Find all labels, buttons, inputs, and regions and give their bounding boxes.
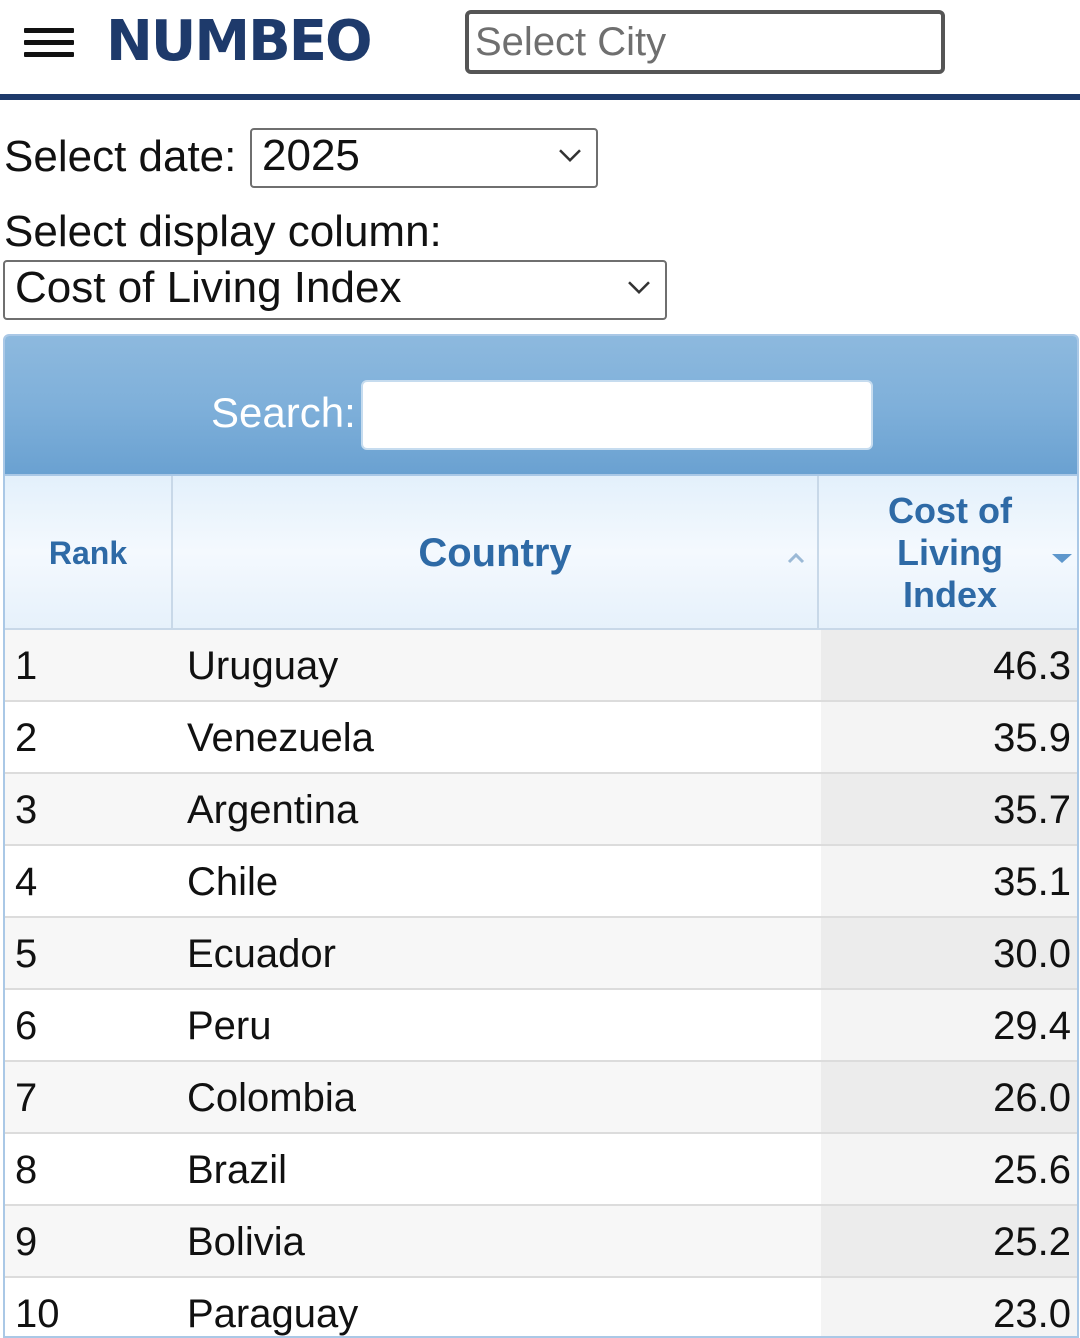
- search-label: Search:: [211, 389, 356, 436]
- table-search-bar: Search:: [5, 336, 1077, 474]
- country-cell: Bolivia: [187, 1220, 305, 1264]
- table-row: 3 Argentina 35.7: [5, 774, 1077, 846]
- rank-cell: 6: [15, 1004, 38, 1048]
- country-cell: Ecuador: [187, 932, 336, 976]
- date-select[interactable]: 2025: [250, 128, 598, 188]
- rank-cell: 2: [15, 716, 38, 760]
- value-cell: 35.7: [821, 774, 1077, 844]
- column-header-cost-of-living-index[interactable]: Cost of Living Index: [819, 476, 1077, 630]
- table-row: 5 Ecuador 30.0: [5, 918, 1077, 990]
- country-cell: Peru: [187, 1004, 272, 1048]
- search-input[interactable]: [361, 380, 873, 450]
- country-cell: Argentina: [187, 788, 359, 832]
- rank-cell: 9: [15, 1220, 38, 1264]
- rank-cell: 1: [15, 644, 38, 688]
- rank-cell: 5: [15, 932, 38, 976]
- table-row: 2 Venezuela 35.9: [5, 702, 1077, 774]
- value-cell: 35.1: [821, 846, 1077, 916]
- table-header: Rank Country Cost of Living Index: [5, 474, 1077, 630]
- table-row: 8 Brazil 25.6: [5, 1134, 1077, 1206]
- table-row: 1 Uruguay 46.3: [5, 630, 1077, 702]
- select-city-input[interactable]: [465, 10, 945, 74]
- display-column-select-value: Cost of Living Index: [15, 263, 402, 312]
- sort-descending-icon: [1052, 554, 1072, 563]
- table-row: 9 Bolivia 25.2: [5, 1206, 1077, 1278]
- table-row: 7 Colombia 26.0: [5, 1062, 1077, 1134]
- rank-cell: 10: [15, 1292, 60, 1336]
- sort-ascending-icon: [787, 552, 805, 564]
- column-header-country[interactable]: Country: [173, 476, 819, 630]
- table-row: 4 Chile 35.1: [5, 846, 1077, 918]
- hamburger-menu-icon[interactable]: [24, 26, 74, 60]
- value-cell: 26.0: [821, 1062, 1077, 1132]
- value-cell: 25.2: [821, 1206, 1077, 1276]
- rank-cell: 4: [15, 860, 38, 904]
- numbeo-logo[interactable]: NUMBEO: [106, 10, 373, 74]
- value-cell: 29.4: [821, 990, 1077, 1060]
- value-cell: 23.0: [821, 1278, 1077, 1336]
- country-cell: Chile: [187, 860, 279, 904]
- table-row: 10 Paraguay 23.0: [5, 1278, 1077, 1336]
- rank-cell: 3: [15, 788, 38, 832]
- country-cell: Uruguay: [187, 644, 339, 688]
- rank-cell: 8: [15, 1148, 38, 1192]
- table-row: 6 Peru 29.4: [5, 990, 1077, 1062]
- select-display-column-label: Select display column:: [4, 207, 442, 256]
- ranking-table: Search: Rank Country Cost of Living Inde…: [3, 334, 1079, 1338]
- value-cell: 30.0: [821, 918, 1077, 988]
- select-date-label: Select date:: [4, 132, 237, 181]
- chevron-down-icon: [628, 281, 650, 294]
- display-column-select[interactable]: Cost of Living Index: [3, 260, 667, 320]
- value-cell: 35.9: [821, 702, 1077, 772]
- country-cell: Venezuela: [187, 716, 374, 760]
- country-cell: Paraguay: [187, 1292, 359, 1336]
- rank-cell: 7: [15, 1076, 38, 1120]
- chevron-down-icon: [559, 149, 581, 162]
- column-header-rank[interactable]: Rank: [5, 476, 173, 630]
- country-cell: Colombia: [187, 1076, 356, 1120]
- country-cell: Brazil: [187, 1148, 288, 1192]
- date-select-value: 2025: [262, 131, 360, 180]
- value-cell: 25.6: [821, 1134, 1077, 1204]
- value-cell: 46.3: [821, 630, 1077, 700]
- site-header: NUMBEO: [0, 0, 1080, 100]
